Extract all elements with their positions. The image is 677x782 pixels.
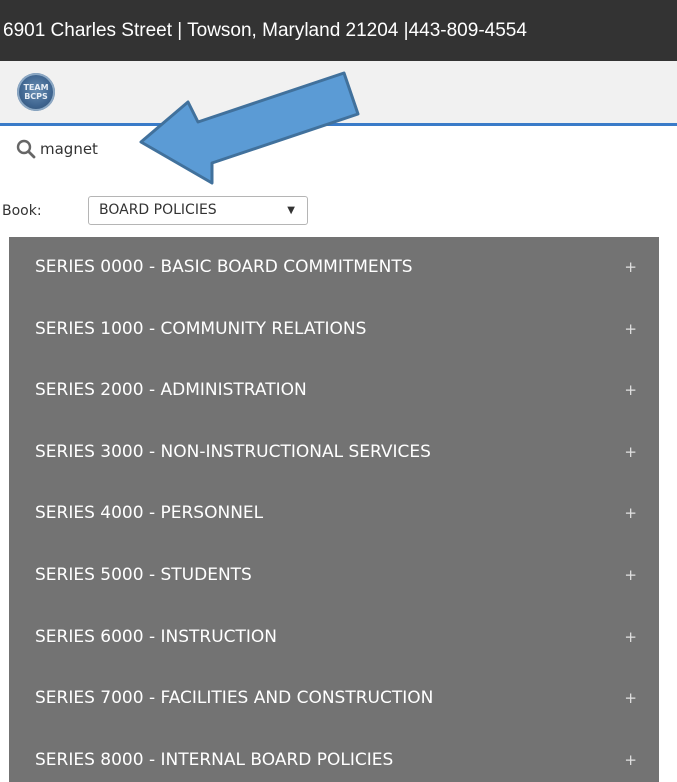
logo-text-line2: BCPS [24,92,48,101]
series-item-label: SERIES 1000 - COMMUNITY RELATIONS [35,318,367,339]
series-item-3000[interactable]: SERIES 3000 - NON-INSTRUCTIONAL SERVICES… [9,422,659,484]
search-icon [16,139,36,159]
plus-icon[interactable]: + [624,483,637,545]
plus-icon[interactable]: + [624,545,637,607]
page: 6901 Charles Street | Towson, Maryland 2… [0,0,677,782]
plus-icon[interactable]: + [624,237,637,299]
book-row: Book: BOARD POLICIES ▼ [0,194,677,230]
plus-icon[interactable]: + [624,668,637,730]
series-item-label: SERIES 5000 - STUDENTS [35,564,252,585]
address-text: 6901 Charles Street | Towson, Maryland 2… [3,20,527,41]
series-item-label: SERIES 6000 - INSTRUCTION [35,626,278,647]
series-item-label: SERIES 4000 - PERSONNEL [35,503,264,524]
plus-icon[interactable]: + [624,730,637,782]
address-bar: 6901 Charles Street | Towson, Maryland 2… [0,0,677,61]
series-item-label: SERIES 2000 - ADMINISTRATION [35,380,307,401]
series-item-0000[interactable]: SERIES 0000 - BASIC BOARD COMMITMENTS + [9,237,659,299]
book-label: Book: [2,203,42,219]
series-item-label: SERIES 8000 - INTERNAL BOARD POLICIES [35,749,394,770]
book-select-value: BOARD POLICIES [99,202,217,218]
logo-text-line1: TEAM [23,83,49,92]
series-item-label: SERIES 3000 - NON-INSTRUCTIONAL SERVICES [35,441,431,462]
plus-icon[interactable]: + [624,607,637,669]
logo-bar: TEAM BCPS [0,61,677,126]
plus-icon[interactable]: + [624,422,637,484]
series-item-5000[interactable]: SERIES 5000 - STUDENTS + [9,545,659,607]
series-item-2000[interactable]: SERIES 2000 - ADMINISTRATION + [9,360,659,422]
book-select[interactable]: BOARD POLICIES ▼ [88,196,308,225]
series-item-7000[interactable]: SERIES 7000 - FACILITIES AND CONSTRUCTIO… [9,668,659,730]
series-item-4000[interactable]: SERIES 4000 - PERSONNEL + [9,483,659,545]
series-item-1000[interactable]: SERIES 1000 - COMMUNITY RELATIONS + [9,299,659,361]
plus-icon[interactable]: + [624,299,637,361]
series-item-8000[interactable]: SERIES 8000 - INTERNAL BOARD POLICIES + [9,730,659,782]
series-item-6000[interactable]: SERIES 6000 - INSTRUCTION + [9,607,659,669]
series-item-label: SERIES 0000 - BASIC BOARD COMMITMENTS [35,257,413,277]
search-input[interactable] [40,135,440,163]
series-menu: SERIES 0000 - BASIC BOARD COMMITMENTS + … [9,237,659,782]
chevron-down-icon: ▼ [287,205,295,216]
series-item-label: SERIES 7000 - FACILITIES AND CONSTRUCTIO… [35,688,434,709]
search-row [0,126,677,184]
plus-icon[interactable]: + [624,360,637,422]
team-bcps-logo[interactable]: TEAM BCPS [17,73,55,111]
